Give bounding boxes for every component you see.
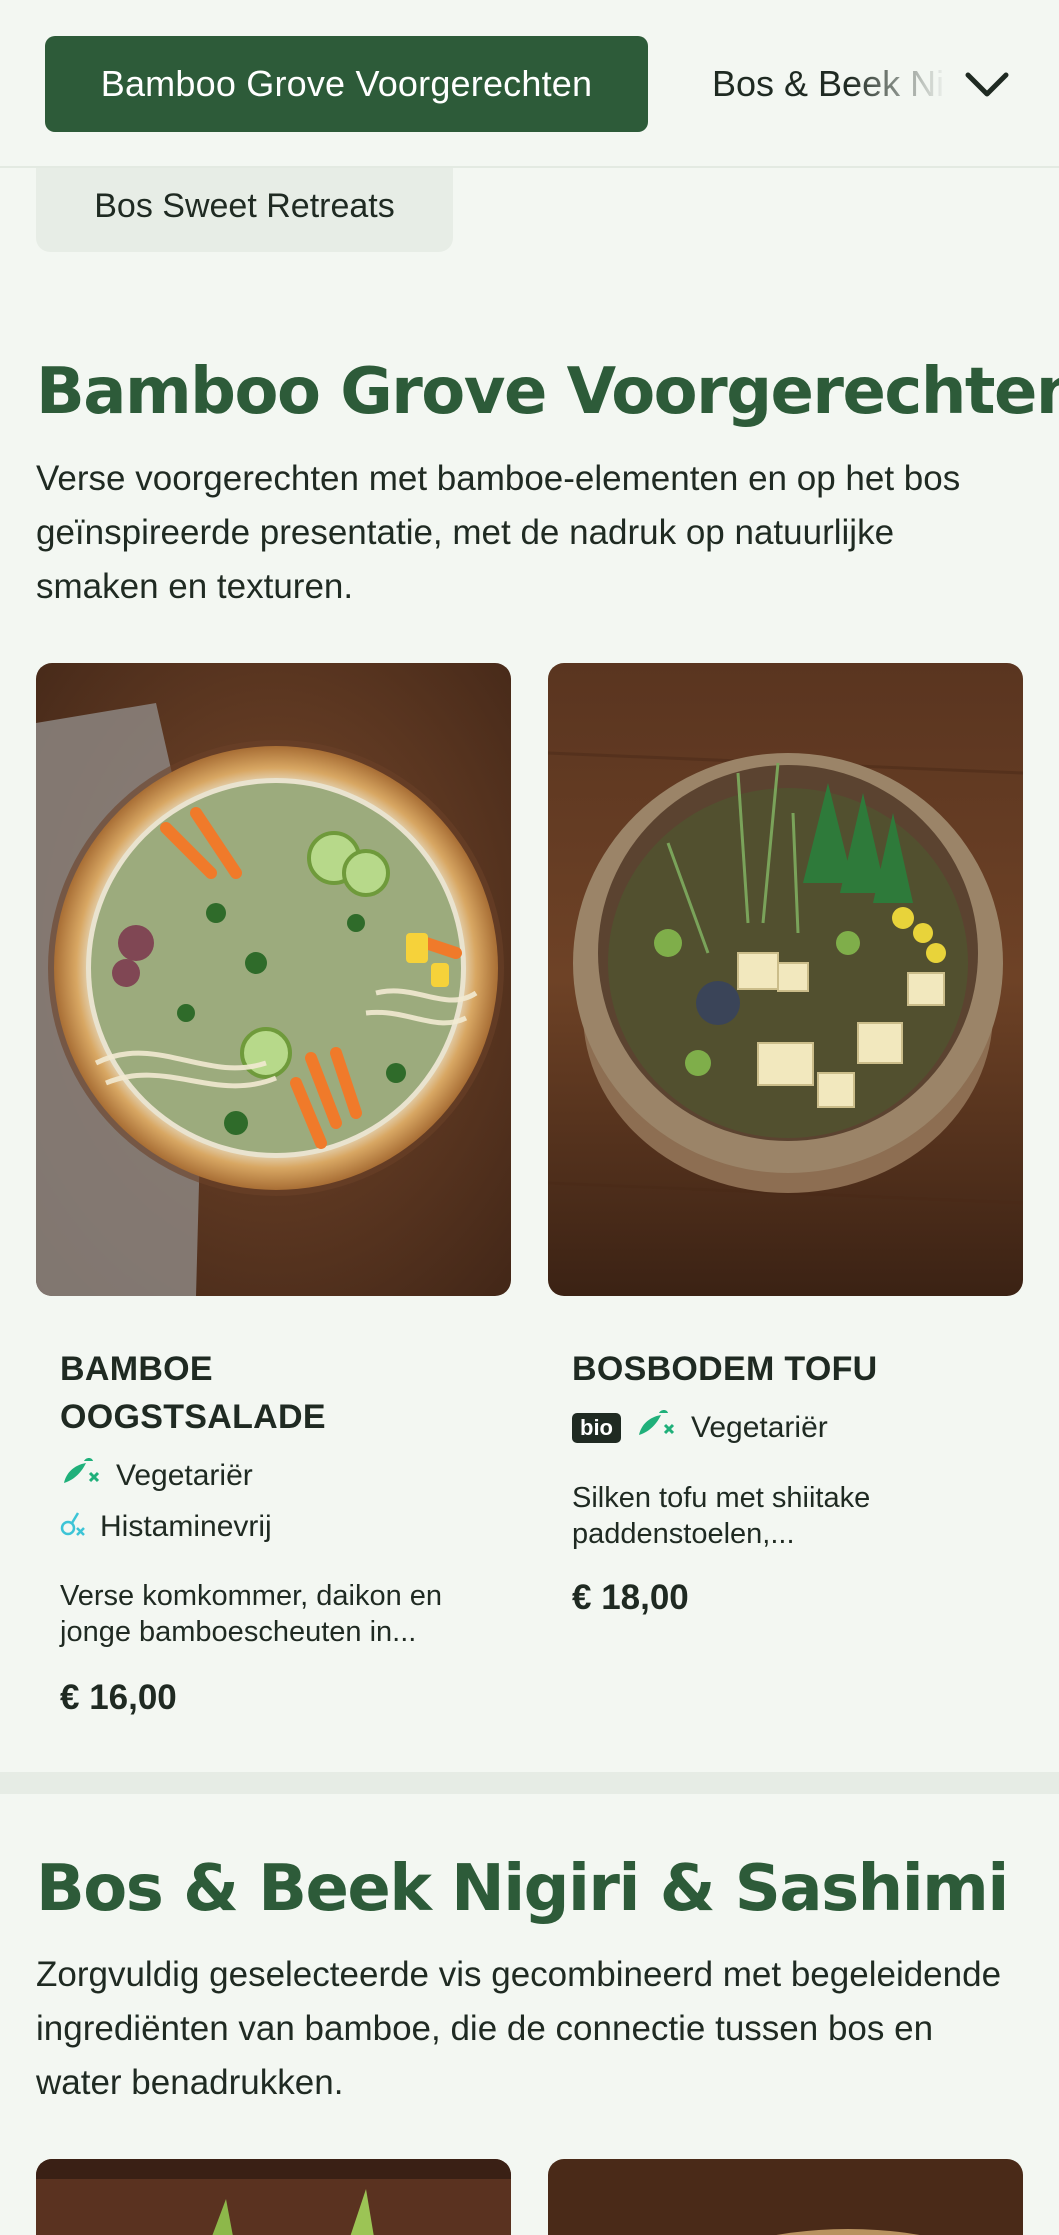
dish-name: BOSBODEM TOFU	[572, 1350, 878, 1388]
dish-image-nigiri-1[interactable]	[36, 2159, 511, 2235]
vegetarian-icon	[60, 1455, 102, 1497]
category-nav: Bamboo Grove Voorgerechten Bos & Beek Ni…	[0, 0, 1059, 168]
dish-image-nigiri-2[interactable]	[548, 2159, 1023, 2235]
section-divider	[0, 1772, 1059, 1794]
tag-label: Vegetariër	[116, 1459, 253, 1492]
tag-label: Histaminevrij	[100, 1510, 272, 1543]
section-description: Zorgvuldig geselecteerde vis gecombineer…	[36, 1955, 1002, 2102]
section-title: Bos & Beek Nigiri & Sashimi	[36, 1852, 1009, 1926]
dish-description: Verse komkommer, daikon en jonge bamboes…	[60, 1580, 443, 1648]
section-description: Verse voorgerechten met bamboe-elementen…	[36, 459, 961, 606]
category-tab-next[interactable]: Bos & Beek Nigiri & Sashimi	[712, 36, 942, 132]
vegetarian-icon	[635, 1407, 677, 1449]
section-title: Bamboo Grove Voorgerechten	[36, 355, 1059, 429]
histamine-free-icon	[60, 1508, 86, 1546]
dish-price: € 16,00	[60, 1678, 177, 1717]
bio-badge: bio	[572, 1413, 621, 1443]
tag-label: Vegetariër	[691, 1411, 828, 1444]
tag-histamine-free: Histaminevrij	[60, 1508, 272, 1546]
category-tab-active[interactable]: Bamboo Grove Voorgerechten	[45, 36, 648, 132]
tag-vegetarian: Vegetariër	[60, 1455, 253, 1497]
dish-description: Silken tofu met shiitake paddenstoelen,.…	[572, 1482, 871, 1550]
category-tab-sweet-retreats[interactable]: Bos Sweet Retreats	[36, 160, 453, 252]
dish-image-bosbodem-tofu[interactable]	[548, 663, 1023, 1296]
dish-price: € 18,00	[572, 1578, 689, 1617]
dish-name: BAMBOE OOGSTSALADE	[60, 1350, 326, 1436]
chevron-down-icon[interactable]	[962, 60, 1012, 110]
dish-image-bamboe-oogstsalade[interactable]	[36, 663, 511, 1296]
dish-tags: bio Vegetariër	[572, 1407, 828, 1449]
